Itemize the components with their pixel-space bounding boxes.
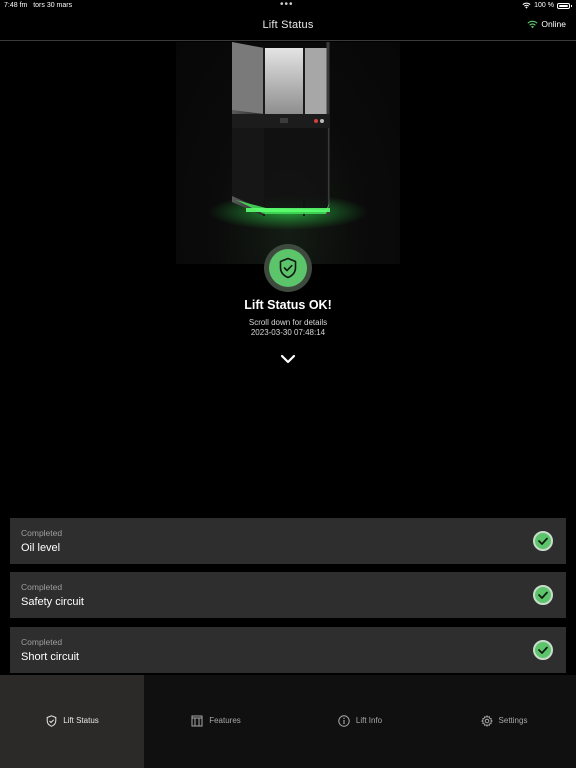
check-card-oil-level[interactable]: Completed Oil level — [10, 518, 566, 564]
tab-lift-status[interactable]: Lift Status — [0, 675, 144, 768]
system-indicators: 100 % — [522, 2, 572, 9]
connection-status: Online — [527, 19, 566, 29]
door-icon — [191, 715, 203, 727]
check-card-safety-circuit[interactable]: Completed Safety circuit — [10, 572, 566, 618]
tab-features[interactable]: Features — [144, 675, 288, 768]
check-state: Completed — [21, 528, 63, 538]
tab-label: Settings — [498, 716, 528, 725]
connection-label: Online — [541, 19, 566, 29]
check-name: Safety circuit — [21, 596, 84, 608]
shield-icon — [45, 714, 57, 727]
status-timestamp: 2023-03-30 07:48:14 — [250, 328, 326, 337]
clock-time: 7:48 fm — [4, 2, 28, 9]
check-state: Completed — [21, 582, 63, 592]
check-name: Short circuit — [21, 651, 80, 663]
battery-icon — [557, 2, 572, 9]
clock-date: tors 30 mars — [33, 2, 73, 9]
status-title: Lift Status OK! — [244, 298, 332, 312]
info-icon — [338, 714, 350, 727]
check-state: Completed — [21, 637, 63, 647]
status-indicator — [264, 244, 312, 292]
tab-lift-info[interactable]: Lift Info — [288, 675, 432, 768]
battery-percent: 100 % — [534, 2, 554, 9]
tab-bar: Lift Status Features Lift Info Settings — [0, 675, 576, 768]
check-mark-icon — [533, 585, 553, 605]
check-mark-icon — [533, 531, 553, 551]
clock: 7:48 fm tors 30 mars — [4, 2, 72, 9]
tab-label: Features — [209, 716, 241, 725]
check-card-short-circuit[interactable]: Completed Short circuit — [10, 627, 566, 673]
page-title: Lift Status — [262, 19, 314, 31]
navigation-bar: Lift Status Online — [0, 12, 576, 41]
multitasking-dots[interactable]: ••• — [280, 0, 294, 10]
system-status-bar: 7:48 fm tors 30 mars ••• 100 % — [0, 0, 576, 12]
wifi-icon — [522, 2, 531, 9]
tab-settings[interactable]: Settings — [432, 675, 576, 768]
wifi-icon — [527, 20, 539, 28]
check-mark-icon — [533, 640, 553, 660]
status-subtitle: Scroll down for details — [248, 318, 328, 327]
gear-icon — [480, 714, 493, 727]
shield-check-icon — [279, 257, 297, 279]
chevron-down-icon[interactable] — [280, 352, 296, 366]
lift-illustration — [176, 42, 400, 264]
lift-cabin-image — [208, 42, 368, 230]
status-indicator-fill — [269, 249, 307, 287]
tab-label: Lift Status — [63, 716, 99, 725]
tab-label: Lift Info — [355, 716, 383, 725]
check-name: Oil level — [21, 542, 61, 554]
